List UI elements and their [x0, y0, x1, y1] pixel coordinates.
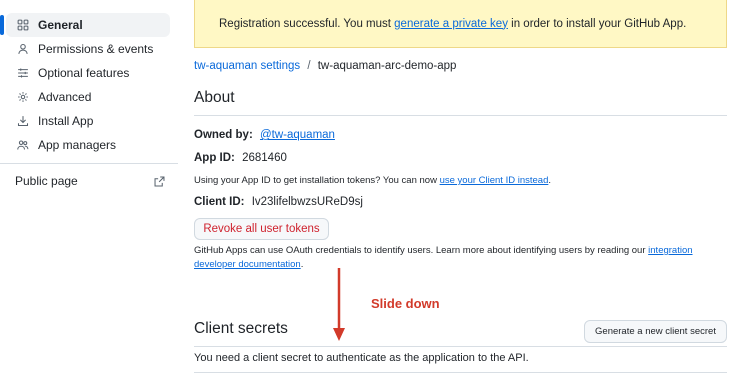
people-icon — [16, 138, 30, 152]
client-secrets-title: Client secrets — [194, 320, 288, 337]
breadcrumb-separator: / — [307, 60, 311, 72]
public-page-label: Public page — [15, 174, 78, 188]
client-id-row: Client ID: Iv23lifelbwzsUReD9sj — [194, 196, 363, 208]
sidebar-item-app-managers[interactable]: App managers — [6, 133, 170, 157]
oauth-note-suffix: . — [300, 259, 304, 270]
sidebar-item-label: Advanced — [38, 90, 92, 104]
owned-by-label: Owned by: — [194, 129, 253, 141]
breadcrumb-parent-link[interactable]: tw-aquaman settings — [194, 60, 300, 72]
external-link-icon — [154, 176, 165, 186]
public-page-link[interactable]: Public page — [15, 172, 165, 190]
sidebar-item-general[interactable]: General — [0, 13, 170, 37]
oauth-note-text: GitHub Apps can use OAuth credentials to… — [194, 245, 649, 256]
sidebar-item-permissions[interactable]: Permissions & events — [6, 37, 170, 61]
sidebar-item-label: App managers — [38, 138, 117, 152]
revoke-all-user-tokens-button[interactable]: Revoke all user tokens — [194, 218, 329, 240]
client-secrets-divider — [194, 346, 727, 347]
sidebar-item-advanced[interactable]: Advanced — [6, 85, 170, 109]
app-id-note-text: Using your App ID to get installation to… — [194, 175, 440, 186]
client-id-label: Client ID: — [194, 196, 245, 208]
generate-private-key-link[interactable]: generate a private key — [394, 18, 508, 30]
use-client-id-link[interactable]: use your Client ID instead — [440, 175, 549, 186]
generate-client-secret-button[interactable]: Generate a new client secret — [584, 320, 727, 343]
sidebar-item-install-app[interactable]: Install App — [6, 109, 170, 133]
breadcrumb: tw-aquaman settings / tw-aquaman-arc-dem… — [194, 60, 456, 72]
app-id-note-suffix: . — [548, 175, 551, 186]
flash-prefix: Registration successful. You must — [219, 17, 395, 30]
app-id-label: App ID: — [194, 152, 235, 164]
sidebar-item-label: Install App — [38, 114, 94, 128]
settings-sidebar: General Permissions & events Optional fe… — [0, 0, 178, 375]
sidebar-item-label: Optional features — [38, 66, 130, 80]
breadcrumb-current: tw-aquaman-arc-demo-app — [317, 60, 457, 72]
download-icon — [16, 114, 30, 128]
gear-icon — [16, 90, 30, 104]
sliders-icon — [16, 66, 30, 80]
slide-down-annotation: Slide down — [371, 296, 440, 311]
client-secrets-bottom-line — [194, 372, 727, 373]
owner-link[interactable]: @tw-aquaman — [260, 129, 335, 141]
developer-documentation-link[interactable]: developer documentation — [194, 259, 301, 270]
about-divider — [194, 115, 727, 116]
sidebar-item-optional-features[interactable]: Optional features — [6, 61, 170, 85]
client-secret-description: You need a client secret to authenticate… — [194, 352, 529, 364]
app-id-note: Using your App ID to get installation to… — [194, 174, 551, 188]
flash-suffix: in order to install your GitHub App. — [507, 17, 687, 30]
success-flash: Registration successful. You must genera… — [194, 0, 727, 48]
app-settings-page: General Permissions & events Optional fe… — [0, 0, 740, 375]
about-title: About — [194, 89, 235, 106]
main-content: Registration successful. You must genera… — [194, 0, 740, 375]
app-id-row: App ID: 2681460 — [194, 152, 287, 164]
sidebar-divider — [0, 163, 178, 164]
key-icon — [16, 42, 30, 56]
integration-link[interactable]: integration — [648, 245, 692, 256]
oauth-note: GitHub Apps can use OAuth credentials to… — [194, 244, 714, 272]
sidebar-item-label: General — [38, 18, 83, 32]
grid-icon — [16, 18, 30, 32]
sidebar-item-label: Permissions & events — [38, 42, 154, 56]
client-id-value: Iv23lifelbwzsUReD9sj — [251, 196, 363, 208]
arrow-down-icon — [333, 268, 345, 341]
app-id-value: 2681460 — [242, 152, 287, 164]
owned-by-row: Owned by: @tw-aquaman — [194, 129, 335, 141]
